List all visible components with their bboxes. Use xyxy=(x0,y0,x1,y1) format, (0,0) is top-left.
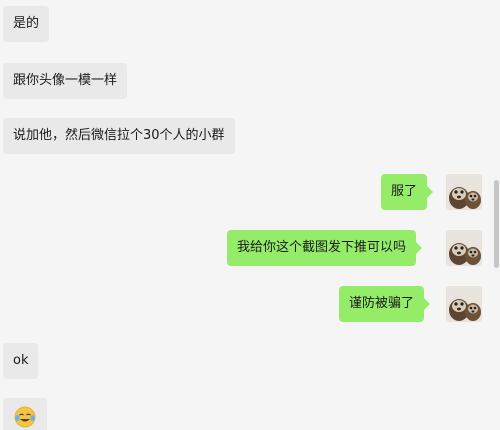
dog-avatar-icon xyxy=(446,174,482,210)
incoming-message-bubble[interactable]: 说加他，然后微信拉个30个人的小群 xyxy=(3,118,235,154)
dog-avatar-icon xyxy=(446,286,482,322)
scrollbar-thumb[interactable] xyxy=(494,180,499,268)
user-avatar[interactable] xyxy=(446,286,482,322)
outgoing-message-bubble[interactable]: 我给你这个截图发下推可以吗 xyxy=(227,230,423,266)
incoming-message-bubble[interactable]: 是的 xyxy=(3,6,50,42)
face-with-tears-emoji-icon xyxy=(14,406,36,428)
incoming-message-bubble[interactable]: ok xyxy=(3,343,39,379)
outgoing-message-bubble[interactable]: 服了 xyxy=(381,174,434,210)
incoming-message-bubble[interactable]: 跟你头像一模一样 xyxy=(3,63,128,99)
dog-avatar-icon xyxy=(446,230,482,266)
user-avatar[interactable] xyxy=(446,174,482,210)
user-avatar[interactable] xyxy=(446,230,482,266)
outgoing-message-bubble[interactable]: 谨防被骗了 xyxy=(339,286,431,322)
chat-message-pane[interactable]: 是的 跟你头像一模一样 说加他，然后微信拉个30个人的小群 服了 我给你这个截图… xyxy=(0,0,500,430)
